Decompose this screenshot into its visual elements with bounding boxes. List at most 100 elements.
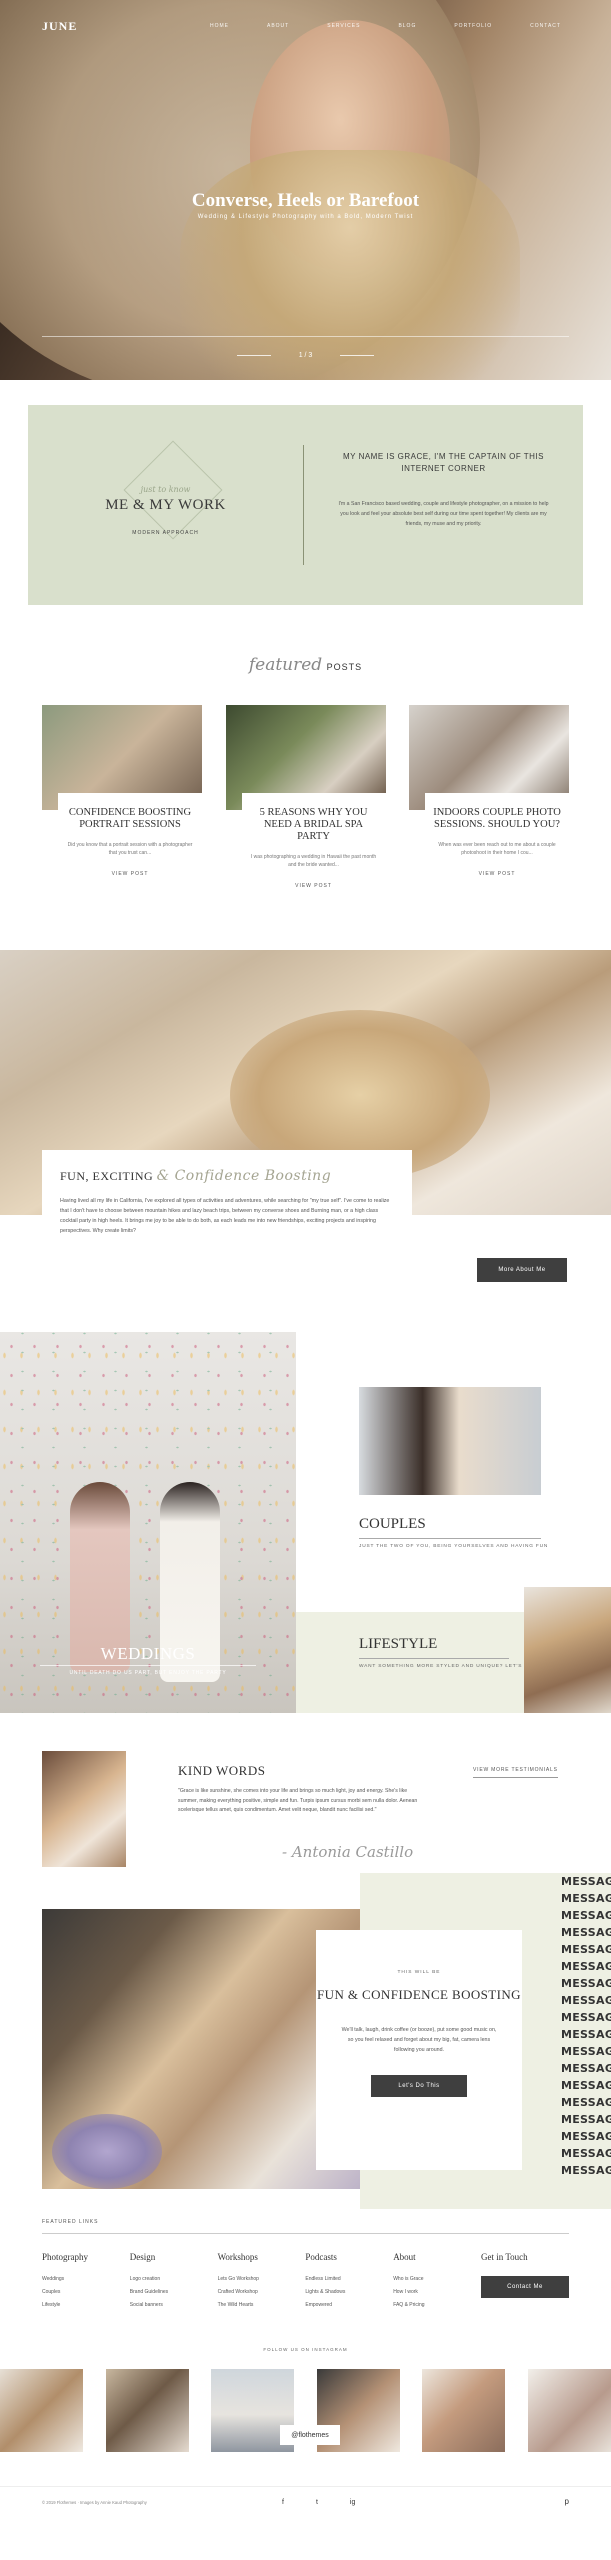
instagram-tile[interactable] <box>422 2369 506 2452</box>
footer-link[interactable]: Couples <box>42 2289 130 2295</box>
flowers-photo <box>52 2114 162 2189</box>
view-post-link[interactable]: VIEW POST <box>248 883 380 889</box>
marquee-item: MESSAGE <box>561 2147 611 2160</box>
testimonial-image <box>42 1751 126 1867</box>
footer-link[interactable]: Empowered <box>305 2302 393 2308</box>
about-box: just to know ME & MY WORK MODERN APPROAC… <box>28 405 583 605</box>
links-col-heading[interactable]: Podcasts <box>305 2252 393 2262</box>
marquee-item: MESSAGE <box>561 2028 611 2041</box>
weddings-desc: UNTIL DEATH DO US PART, BUT ENJOY THE PA… <box>69 1670 227 1676</box>
fun-text: Having lived all my life in California, … <box>60 1198 390 1234</box>
contact-me-button[interactable]: Contact Me <box>480 2276 569 2298</box>
footer-link[interactable]: Social banners <box>130 2302 218 2308</box>
marquee-item: MESSAGE <box>561 2130 611 2143</box>
post-title[interactable]: INDOORS COUPLE PHOTO SESSIONS. SHOULD YO… <box>431 807 563 831</box>
nav-about[interactable]: ABOUT <box>267 23 289 29</box>
post-title[interactable]: 5 REASONS WHY YOU NEED A BRIDAL SPA PART… <box>248 807 380 843</box>
pinterest-icon[interactable]: p <box>565 2497 569 2506</box>
weddings-tile[interactable]: WEDDINGS UNTIL DEATH DO US PART, BUT ENJ… <box>0 1332 296 1713</box>
footer-link[interactable]: Crafted Workshop <box>218 2289 306 2295</box>
about-text: I'm a San Francisco based wedding, coupl… <box>338 501 549 527</box>
main-nav: JUNE HOME ABOUT SERVICES BLOG PORTFOLIO … <box>0 0 611 52</box>
bottom-bar: © 2019 Flothemes · Images by Annie Kaud … <box>0 2486 611 2517</box>
testimonials-section: KIND WORDS VIEW MORE TESTIMONIALS "Grace… <box>0 1713 611 1873</box>
links-col-heading[interactable]: Get in Touch <box>481 2252 569 2262</box>
view-more-testimonials-link[interactable]: VIEW MORE TESTIMONIALS <box>473 1767 558 1778</box>
footer-link[interactable]: Lifestyle <box>42 2302 130 2308</box>
confidence-title: FUN & CONFIDENCE BOOSTING <box>317 1987 521 2002</box>
nav-home[interactable]: HOME <box>210 23 229 29</box>
nav-blog[interactable]: BLOG <box>398 23 416 29</box>
fun-exciting-section: FUN, EXCITING & Confidence Boosting Havi… <box>0 950 611 1332</box>
nav-services[interactable]: SERVICES <box>327 23 360 29</box>
links-col-heading[interactable]: About <box>393 2252 481 2262</box>
twitter-icon[interactable]: t <box>316 2499 318 2506</box>
marquee-item: MESSAGE <box>561 1926 611 1939</box>
footer-link[interactable]: FAQ & Pricing <box>393 2302 481 2308</box>
lifestyle-panel <box>296 1612 524 1713</box>
post-title[interactable]: CONFIDENCE BOOSTING PORTRAIT SESSIONS <box>64 807 196 831</box>
post-card[interactable]: CONFIDENCE BOOSTING PORTRAIT SESSIONS Di… <box>42 705 202 950</box>
links-col-contact: Get in Touch Contact Me <box>480 2252 569 2315</box>
marquee-item: MESSAGE <box>561 1994 611 2007</box>
links-col-heading[interactable]: Design <box>130 2252 218 2262</box>
fun-card: FUN, EXCITING & Confidence Boosting Havi… <box>42 1150 412 1285</box>
lifestyle-title[interactable]: LIFESTYLE <box>359 1636 437 1653</box>
marquee-item: MESSAGE <box>561 1875 611 1888</box>
about-title: ME & MY WORK <box>105 497 226 513</box>
marquee-item: MESSAGE <box>561 1909 611 1922</box>
footer-link[interactable]: Brand Guidelines <box>130 2289 218 2295</box>
couples-divider <box>359 1538 541 1539</box>
marquee-item: MESSAGE <box>561 2062 611 2075</box>
instagram-tile[interactable] <box>527 2369 611 2452</box>
kind-words-title: KIND WORDS <box>178 1763 266 1778</box>
nav-links: HOME ABOUT SERVICES BLOG PORTFOLIO CONTA… <box>210 23 561 29</box>
featured-script: featured <box>248 655 323 675</box>
fun-heading: FUN, EXCITING & Confidence Boosting <box>60 1168 394 1184</box>
footer-link[interactable]: Who is Grace <box>393 2276 481 2282</box>
more-about-me-button[interactable]: More About Me <box>477 1258 567 1282</box>
view-post-link[interactable]: VIEW POST <box>64 871 196 877</box>
slider-next-arrow-icon[interactable] <box>340 355 375 356</box>
footer-link[interactable]: The Wild Hearts <box>218 2302 306 2308</box>
nav-portfolio[interactable]: PORTFOLIO <box>454 23 492 29</box>
lets-do-this-button[interactable]: Let's Do This <box>371 2075 467 2097</box>
lifestyle-image[interactable] <box>524 1587 611 1713</box>
links-col-about: About Who is Grace How I work FAQ & Pric… <box>393 2252 481 2315</box>
instagram-handle[interactable]: @flothemes <box>280 2425 340 2445</box>
footer-link[interactable]: How I work <box>393 2289 481 2295</box>
confidence-card: THIS WILL BE FUN & CONFIDENCE BOOSTING W… <box>316 1930 522 2170</box>
post-excerpt: Did you know that a portrait session wit… <box>67 842 193 856</box>
weddings-title[interactable]: WEDDINGS <box>0 1644 296 1664</box>
post-card[interactable]: INDOORS COUPLE PHOTO SESSIONS. SHOULD YO… <box>409 705 569 950</box>
footer-link[interactable]: Weddings <box>42 2276 130 2282</box>
featured-links-section: FEATURED LINKS Photography Weddings Coup… <box>0 2209 611 2341</box>
couples-image[interactable] <box>359 1387 541 1495</box>
confidence-text: We'll talk, laugh, drink coffee (or booz… <box>341 2027 497 2053</box>
marquee-item: MESSAGE <box>561 2079 611 2092</box>
post-card[interactable]: 5 REASONS WHY YOU NEED A BRIDAL SPA PART… <box>225 705 386 950</box>
post-excerpt: I was photographing a wedding in Hawaii … <box>250 854 377 868</box>
couples-title[interactable]: COUPLES <box>359 1516 426 1533</box>
links-columns: Photography Weddings Couples Lifestyle D… <box>42 2252 569 2315</box>
nav-contact[interactable]: CONTACT <box>530 23 561 29</box>
footer-link[interactable]: Lights & Shadows <box>305 2289 393 2295</box>
footer-link[interactable]: Lets Go Workshop <box>218 2276 306 2282</box>
footer-link[interactable]: Endless Limited <box>305 2276 393 2282</box>
confidence-photo <box>42 1909 360 2189</box>
about-left: just to know ME & MY WORK MODERN APPROAC… <box>28 405 303 605</box>
footer-link[interactable]: Logo creation <box>130 2276 218 2282</box>
links-col-heading[interactable]: Workshops <box>218 2252 306 2262</box>
instagram-icon[interactable]: ig <box>350 2499 355 2506</box>
testimonial-quote: "Grace is like sunshine, she comes into … <box>178 1788 418 1813</box>
slider-prev-arrow-icon[interactable] <box>236 355 271 356</box>
site-logo[interactable]: JUNE <box>42 19 182 34</box>
couples-desc: JUST THE TWO OF YOU, BEING YOURSELVES AN… <box>359 1544 549 1549</box>
instagram-tile[interactable] <box>0 2369 83 2452</box>
facebook-icon[interactable]: f <box>282 2499 284 2506</box>
view-post-link[interactable]: VIEW POST <box>431 871 563 877</box>
links-col-heading[interactable]: Photography <box>42 2252 130 2262</box>
about-script: just to know <box>140 485 191 494</box>
weddings-divider <box>40 1665 256 1666</box>
instagram-tile[interactable] <box>105 2369 189 2452</box>
